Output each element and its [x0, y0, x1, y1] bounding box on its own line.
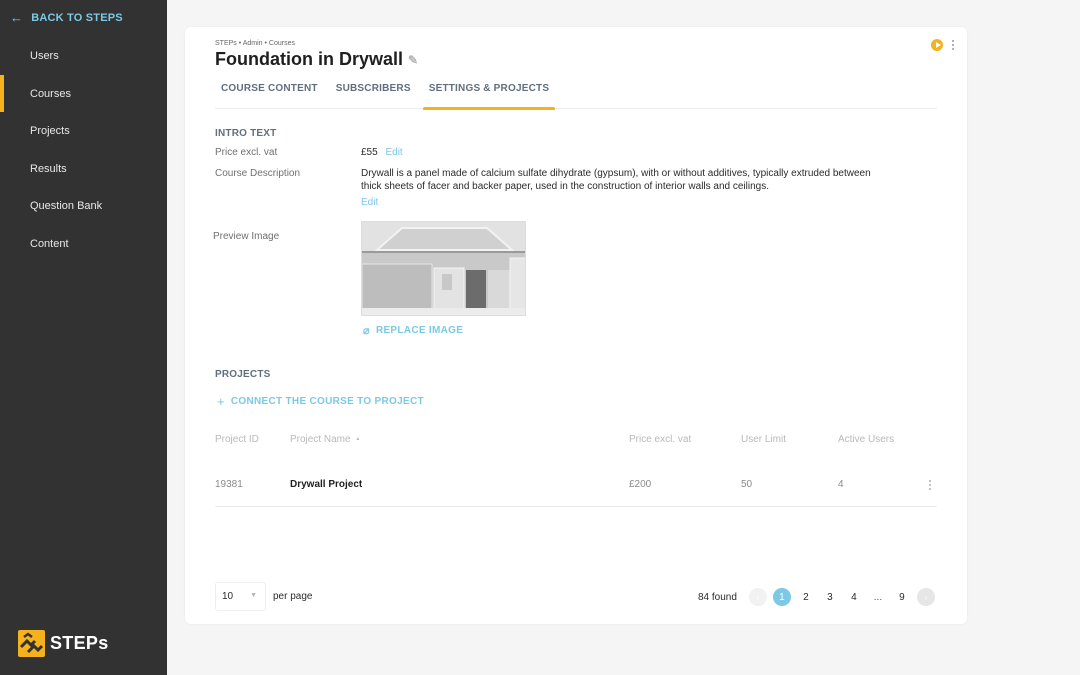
- sidebar-item-label: Projects: [30, 124, 70, 137]
- page-button-9[interactable]: 9: [893, 588, 911, 606]
- logo-text: STEPs: [50, 633, 109, 653]
- sidebar-item-label: Users: [30, 49, 59, 62]
- page-ellipsis: ...: [873, 591, 883, 603]
- description-line-2: thick sheets of facer and backer paper, …: [361, 181, 770, 192]
- sidebar-item-users[interactable]: Users: [0, 37, 167, 74]
- tab-course-content[interactable]: COURSE CONTENT: [215, 79, 324, 109]
- page-button-2[interactable]: 2: [797, 588, 815, 606]
- per-page-select[interactable]: 10 ▼: [215, 582, 266, 611]
- page-button-3[interactable]: 3: [821, 588, 839, 606]
- connect-project-button[interactable]: + CONNECT THE COURSE TO PROJECT: [217, 394, 424, 409]
- sidebar-item-label: Results: [30, 162, 67, 175]
- per-page-label: per page: [273, 591, 313, 602]
- row-divider: [215, 506, 937, 507]
- steps-logo-icon: [18, 630, 45, 657]
- project-id-cell: 19381: [215, 479, 243, 490]
- plus-icon: +: [217, 394, 225, 409]
- price-edit-link[interactable]: Edit: [385, 147, 402, 158]
- sidebar-item-courses[interactable]: Courses: [0, 75, 167, 112]
- project-active-users-cell: 4: [838, 479, 844, 490]
- tab-subscribers[interactable]: SUBSCRIBERS: [330, 79, 417, 109]
- sort-ascending-icon: ▲: [355, 436, 361, 443]
- arrow-left-icon: ←: [10, 10, 24, 25]
- breadcrumb: STEPs • Admin • Courses: [215, 40, 295, 47]
- course-card: STEPs • Admin • Courses Foundation in Dr…: [185, 27, 967, 624]
- project-user-limit-cell: 50: [741, 479, 753, 490]
- column-header-user-limit[interactable]: User Limit: [741, 434, 786, 445]
- price-label: Price excl. vat: [215, 147, 278, 158]
- price-field: £55 Edit: [361, 146, 403, 159]
- preview-image: [361, 221, 526, 316]
- description-field: Drywall is a panel made of calcium sulfa…: [361, 167, 906, 209]
- project-name-cell[interactable]: Drywall Project: [290, 479, 362, 490]
- column-header-project-id[interactable]: Project ID: [215, 434, 259, 445]
- row-kebab-icon[interactable]: [929, 480, 931, 490]
- play-icon[interactable]: [931, 39, 943, 51]
- steps-logo: STEPs: [18, 630, 109, 657]
- description-line-1: Drywall is a panel made of calcium sulfa…: [361, 168, 871, 179]
- tab-settings-projects[interactable]: SETTINGS & PROJECTS: [422, 79, 556, 110]
- back-to-steps-link[interactable]: ← BACK TO STEPS: [10, 11, 123, 25]
- column-header-price[interactable]: Price excl. vat: [629, 434, 691, 445]
- projects-heading: PROJECTS: [215, 369, 271, 380]
- sidebar-item-projects[interactable]: Projects: [0, 112, 167, 149]
- sidebar: ← BACK TO STEPS Users Courses Projects R…: [0, 0, 167, 675]
- chevron-left-icon[interactable]: ‹: [748, 588, 767, 606]
- chevron-down-icon: ▼: [250, 592, 257, 599]
- replace-image-button[interactable]: ⌀ REPLACE IMAGE: [363, 324, 463, 337]
- sidebar-item-label: Question Bank: [30, 199, 103, 212]
- price-value: £55: [361, 147, 378, 158]
- preview-image-label: Preview Image: [213, 231, 280, 242]
- back-label: BACK TO STEPS: [31, 12, 123, 24]
- per-page-value: 10: [222, 591, 234, 602]
- kebab-icon[interactable]: [952, 40, 955, 50]
- project-price-cell: £200: [629, 479, 652, 490]
- pagination: 84 found ‹ 1 2 3 4 ... 9 ›: [698, 588, 935, 606]
- chevron-right-icon[interactable]: ›: [916, 588, 935, 606]
- tabs: COURSE CONTENT SUBSCRIBERS SETTINGS & PR…: [215, 79, 937, 110]
- column-header-active-users[interactable]: Active Users: [838, 434, 894, 445]
- description-label: Course Description: [215, 168, 301, 179]
- column-header-label: Project Name: [290, 434, 351, 445]
- page-title: Foundation in Drywall ✎: [215, 49, 418, 70]
- sidebar-item-label: Content: [30, 237, 69, 250]
- sidebar-item-content[interactable]: Content: [0, 225, 167, 262]
- page-button-4[interactable]: 4: [845, 588, 863, 606]
- intro-text-heading: INTRO TEXT: [215, 128, 277, 139]
- pencil-icon[interactable]: ✎: [408, 53, 418, 67]
- course-title: Foundation in Drywall: [215, 49, 403, 69]
- column-header-project-name[interactable]: Project Name ▲: [290, 434, 360, 445]
- paperclip-icon: ⌀: [363, 325, 370, 337]
- sidebar-item-results[interactable]: Results: [0, 150, 167, 187]
- header-actions: [931, 39, 955, 51]
- sidebar-item-question-bank[interactable]: Question Bank: [0, 187, 167, 224]
- sidebar-item-label: Courses: [30, 87, 71, 100]
- results-count: 84 found: [698, 591, 737, 603]
- page-button-1[interactable]: 1: [772, 588, 791, 606]
- description-edit-link[interactable]: Edit: [361, 196, 906, 209]
- connect-project-label: CONNECT THE COURSE TO PROJECT: [230, 396, 424, 407]
- replace-image-label: REPLACE IMAGE: [375, 325, 464, 336]
